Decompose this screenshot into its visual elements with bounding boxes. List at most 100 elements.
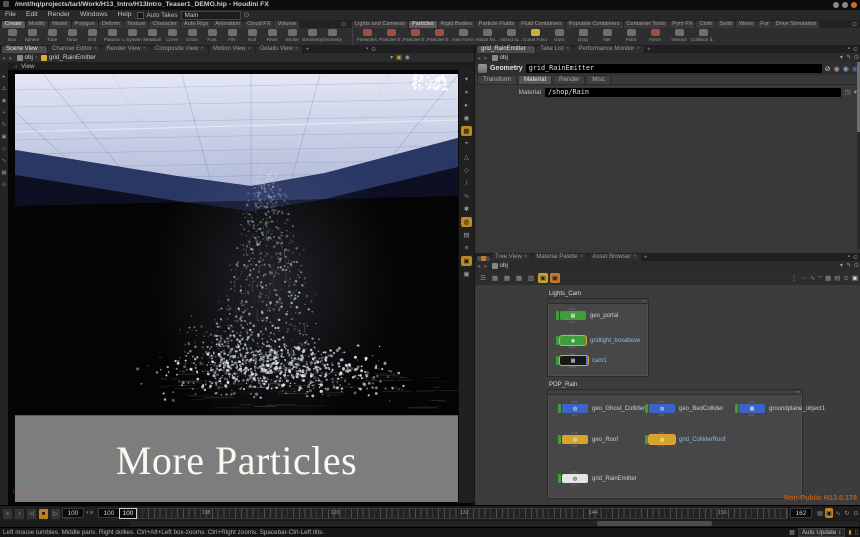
close-tab-icon[interactable]: × (566, 46, 570, 53)
timeline-ruler[interactable]: 108120132144156 (119, 508, 788, 519)
network-node-geo_BedCollider[interactable]: ◍geo_BedCollider (645, 404, 723, 413)
node-search-icon[interactable]: ⊙ (854, 262, 859, 269)
path-back-icon[interactable]: ◂ (475, 54, 482, 62)
path-back-icon[interactable]: ◂ (0, 54, 7, 62)
view-tool-icon[interactable]: ◉ (2, 98, 7, 104)
playbar-settings-icon[interactable]: ⊙ (852, 508, 860, 518)
viewport[interactable]: More Particles ▾●▸◉▦⌖△◇/∿✱◍▤≡▣▣ ∟1 (8, 70, 474, 505)
net-tool[interactable]: Net (595, 28, 619, 45)
timeline-scroll-handle[interactable] (597, 521, 712, 526)
pane-menu-icon[interactable]: ⊙ (853, 254, 858, 261)
pane-tab[interactable]: Scene View× (2, 46, 47, 53)
maximize-button[interactable] (842, 2, 848, 8)
star-icon[interactable]: ✱ (461, 204, 472, 214)
list-mode-icon[interactable]: ☰ (478, 273, 488, 283)
snap-mode-icon[interactable]: ▦ (461, 126, 472, 136)
undo-nav-icon[interactable]: ↰ (846, 54, 851, 61)
cache-icon[interactable]: ▯ (855, 529, 858, 536)
node-flag[interactable] (735, 404, 738, 413)
view-menu-icon[interactable]: ▾ (461, 74, 472, 84)
shelf-tab[interactable]: Model (49, 21, 70, 28)
jump-start-button[interactable]: « (2, 508, 13, 520)
options-icon[interactable]: ⊙ (2, 182, 7, 188)
shelf-tab[interactable]: Polygon (72, 21, 98, 28)
particles-from-points-tool[interactable]: Particles fr... (403, 28, 427, 45)
node-body[interactable]: ◍ (649, 404, 675, 413)
gust-tool[interactable]: Gust (547, 28, 571, 45)
node-flag[interactable] (556, 356, 559, 365)
shelf-tab[interactable]: Animation (212, 21, 243, 28)
frame-icon[interactable]: ▣ (461, 269, 472, 279)
scale-tool-icon[interactable]: ▣ (1, 134, 6, 140)
play-reverse-button[interactable]: ◁ (26, 508, 37, 520)
node-flag[interactable] (558, 404, 561, 413)
param-tab[interactable]: Transform (477, 75, 517, 84)
attract-from-tool[interactable]: Attract fro... (475, 28, 499, 45)
shelf-tab[interactable]: Fluid Containers (518, 21, 565, 28)
pane-tab[interactable]: Composite View× (151, 46, 208, 53)
close-tab-icon[interactable]: × (40, 46, 44, 53)
wave-icon[interactable]: ∿ (461, 191, 472, 201)
node-body[interactable]: ◍ (562, 474, 588, 483)
wire-angle-icon[interactable]: ⌐ (818, 274, 822, 281)
pane-menu-icon[interactable]: ⊙ (853, 46, 858, 53)
menu-item[interactable]: Render (43, 10, 75, 20)
pane-tab[interactable]: Take List× (536, 46, 573, 53)
pane-tab[interactable]: Render View× (102, 46, 150, 53)
realtime-toggle-icon[interactable]: ▣ (825, 508, 833, 518)
path-dropdown-icon[interactable]: ▾ (390, 54, 393, 61)
pane-tab[interactable]: Tree View× (491, 254, 531, 261)
network-node-cam1[interactable]: ▦cam1 (556, 356, 607, 365)
node-search-icon[interactable]: ⊙ (854, 54, 859, 61)
shelf-tab[interactable]: Character (149, 21, 180, 28)
close-tab-icon[interactable]: × (528, 46, 532, 53)
range-end-field[interactable]: 162 (790, 508, 812, 518)
range-clear-icon[interactable]: ⊗ (90, 510, 94, 516)
network-node-geo_Roof[interactable]: ◍geo_Roof (558, 435, 618, 444)
shelf-tab[interactable]: Create (2, 21, 25, 28)
node-flag[interactable] (558, 435, 561, 444)
tube-tool[interactable]: Tube (42, 28, 62, 45)
shelf-tab[interactable]: Drive Simulation (773, 21, 820, 28)
stroke-tool[interactable]: Stroke (282, 28, 302, 45)
node-body[interactable]: ◉ (560, 336, 586, 345)
bookmark-icon[interactable]: ▣ (396, 54, 402, 61)
network-node-groundplane_object1[interactable]: ▦groundplane_object1 (735, 404, 825, 413)
node-body[interactable]: ◍ (562, 404, 588, 413)
collision-detect-tool[interactable]: Collision d... (691, 28, 715, 45)
takes-menu-icon[interactable]: ⊙ (244, 11, 250, 19)
pane-menu-icon[interactable]: ⊙ (371, 46, 376, 53)
shelf-tab[interactable]: Texture (124, 21, 148, 28)
shelf-gear-icon-right[interactable]: ⊙ (852, 21, 857, 28)
handles-icon[interactable]: ◇ (2, 146, 6, 152)
point-tool[interactable]: Point (619, 28, 643, 45)
box-tool[interactable]: Box (2, 28, 22, 45)
wire-style-icon[interactable]: ∿ (810, 274, 815, 282)
pane-maximize-icon[interactable]: ▪ (848, 46, 850, 53)
node-body[interactable]: ▦ (739, 404, 765, 413)
range-lock-icon[interactable]: ▾ (86, 510, 89, 516)
find-node-icon[interactable]: ⊙ (843, 274, 848, 282)
close-tab-icon[interactable]: × (636, 46, 640, 53)
node-flag[interactable] (556, 311, 559, 320)
curve-force-tool[interactable]: Curve Force (523, 28, 547, 45)
close-tab-icon[interactable]: × (295, 46, 299, 53)
open-chooser-icon[interactable]: ◳ (845, 88, 851, 96)
playbar-options-icon[interactable]: ▤ (816, 508, 824, 518)
close-tab-icon[interactable]: × (200, 46, 204, 53)
dots-v-icon[interactable]: ⋮ (791, 274, 798, 282)
grid-snap-icon[interactable]: ▦ (1, 170, 6, 176)
rotate-tool-icon[interactable]: ↻ (2, 122, 7, 128)
file-tool[interactable]: File (222, 28, 242, 45)
pane-tab[interactable]: Performance Monitor× (574, 46, 644, 53)
close-tab-icon[interactable]: × (580, 254, 584, 261)
path-chip[interactable]: obj (490, 54, 510, 61)
search-params-icon[interactable]: ⊘ (825, 65, 831, 73)
select-arrow-icon[interactable]: ▸ (3, 74, 6, 80)
grid-toggle-icon[interactable]: ▤ (834, 274, 840, 282)
close-tab-icon[interactable]: × (633, 254, 637, 261)
drag-tool[interactable]: Drag (571, 28, 595, 45)
shelf-tab[interactable]: Cloth (696, 21, 715, 28)
netbox[interactable]: Lights_Cam▪ ▪▦geo_portal◉gridlight_boxab… (547, 298, 649, 377)
lsystem-tool[interactable]: L-System (122, 28, 142, 45)
